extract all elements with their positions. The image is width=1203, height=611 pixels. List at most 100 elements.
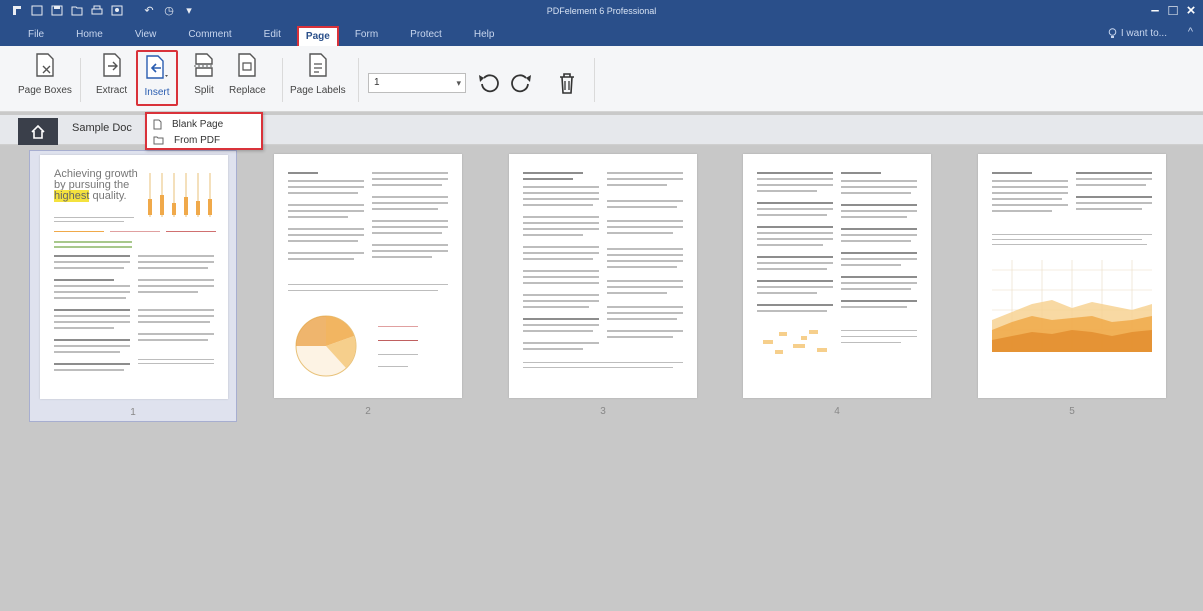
text-line — [757, 190, 817, 192]
ribbon-separator — [282, 58, 283, 102]
from-pdf-label: From PDF — [174, 134, 221, 146]
text-line — [138, 255, 214, 257]
text-line — [757, 262, 833, 264]
split-label: Split — [194, 85, 214, 96]
text-line — [372, 244, 448, 246]
text-line — [138, 309, 214, 311]
from-pdf-menu-item[interactable]: From PDF — [147, 132, 261, 148]
minimize-icon[interactable]: – — [1149, 2, 1161, 19]
rotate-left-icon[interactable] — [476, 70, 502, 96]
text-line — [757, 292, 817, 294]
rotate-right-icon[interactable] — [508, 70, 534, 96]
text-line — [992, 172, 1032, 174]
page-number-value: 1 — [374, 77, 380, 88]
page-number-label: 1 — [130, 407, 136, 418]
text-line — [841, 276, 917, 278]
text-line — [841, 252, 917, 254]
text-line — [841, 300, 917, 302]
text-line — [1076, 202, 1152, 204]
title-bar: ↶ ◷ ▾ PDFelement 6 Professional – □ × Fi… — [0, 0, 1203, 46]
text-line — [523, 246, 599, 248]
text-line — [757, 256, 833, 258]
text-line — [523, 252, 599, 254]
text-line — [841, 306, 907, 308]
menu-form[interactable]: Form — [339, 24, 394, 46]
delete-page-icon[interactable] — [554, 70, 580, 96]
text-line — [523, 324, 599, 326]
text-line — [372, 178, 448, 180]
page-number-label: 5 — [1069, 406, 1075, 417]
blank-page-label: Blank Page — [172, 118, 224, 130]
page-preview — [743, 154, 931, 398]
page-thumbnail-2[interactable]: 2 — [264, 150, 472, 422]
extract-button[interactable]: Extract — [96, 50, 127, 106]
menu-bar: File Home View Comment Edit Page Form Pr… — [0, 24, 510, 46]
menu-protect[interactable]: Protect — [394, 24, 458, 46]
text-line — [841, 288, 911, 290]
collapse-ribbon-icon[interactable]: ^ — [1188, 26, 1193, 38]
replace-button[interactable]: Replace — [229, 50, 266, 106]
split-button[interactable]: Split — [191, 50, 217, 106]
area-chart-graphic — [992, 260, 1152, 352]
text-line — [288, 216, 348, 218]
text-line — [372, 220, 448, 222]
menu-edit[interactable]: Edit — [248, 24, 297, 46]
menu-comment[interactable]: Comment — [172, 24, 247, 46]
menu-view[interactable]: View — [119, 24, 173, 46]
menu-help[interactable]: Help — [458, 24, 511, 46]
insert-button[interactable]: Insert — [136, 50, 178, 106]
rule-line — [992, 234, 1152, 235]
replace-label: Replace — [229, 85, 266, 96]
text-line — [841, 282, 917, 284]
blank-page-menu-item[interactable]: Blank Page — [147, 116, 261, 132]
text-line — [372, 250, 448, 252]
text-line — [54, 267, 124, 269]
text-line — [54, 327, 114, 329]
text-line — [54, 246, 132, 248]
text-line — [138, 359, 214, 360]
i-want-to-search[interactable]: I want to... — [1108, 28, 1167, 39]
text-line — [138, 285, 214, 287]
text-line — [138, 339, 208, 341]
text-line — [607, 232, 673, 234]
text-line — [607, 226, 683, 228]
text-line — [757, 238, 833, 240]
text-line — [607, 172, 683, 174]
page-thumbnail-1[interactable]: Achieving growth by pursuing the highest… — [29, 150, 237, 422]
menu-home[interactable]: Home — [60, 24, 119, 46]
text-line — [138, 315, 214, 317]
rule-line — [54, 231, 104, 232]
page-thumbnail-3[interactable]: 3 — [499, 150, 707, 422]
page-thumbnail-4[interactable]: 4 — [733, 150, 941, 422]
rule-line — [288, 284, 448, 285]
page-number-select[interactable]: 1 ▾ — [368, 73, 466, 93]
page-thumbnail-5[interactable]: 5 — [968, 150, 1176, 422]
menu-page[interactable]: Page — [296, 26, 339, 46]
document-tab[interactable]: Sample Doc — [72, 122, 132, 134]
text-line — [288, 210, 364, 212]
menu-file[interactable]: File — [0, 24, 60, 46]
text-line — [54, 241, 132, 243]
page-boxes-button[interactable]: Page Boxes — [18, 50, 72, 106]
text-line — [54, 315, 130, 317]
text-line — [523, 342, 599, 344]
home-tab[interactable] — [18, 118, 58, 145]
text-line — [372, 184, 442, 186]
text-line — [523, 318, 599, 320]
text-line — [607, 200, 683, 202]
text-line — [841, 330, 917, 331]
text-line — [54, 297, 126, 299]
text-line — [607, 280, 683, 282]
text-line — [288, 240, 358, 242]
page-labels-icon — [305, 50, 331, 80]
text-line — [523, 330, 593, 332]
text-line — [757, 202, 833, 204]
close-icon[interactable]: × — [1185, 2, 1197, 19]
ribbon-separator — [358, 58, 359, 102]
text-line — [841, 186, 917, 188]
maximize-icon[interactable]: □ — [1167, 2, 1179, 19]
text-line — [138, 267, 208, 269]
text-line — [372, 256, 432, 258]
text-line — [138, 291, 198, 293]
page-labels-button[interactable]: Page Labels — [290, 50, 346, 106]
